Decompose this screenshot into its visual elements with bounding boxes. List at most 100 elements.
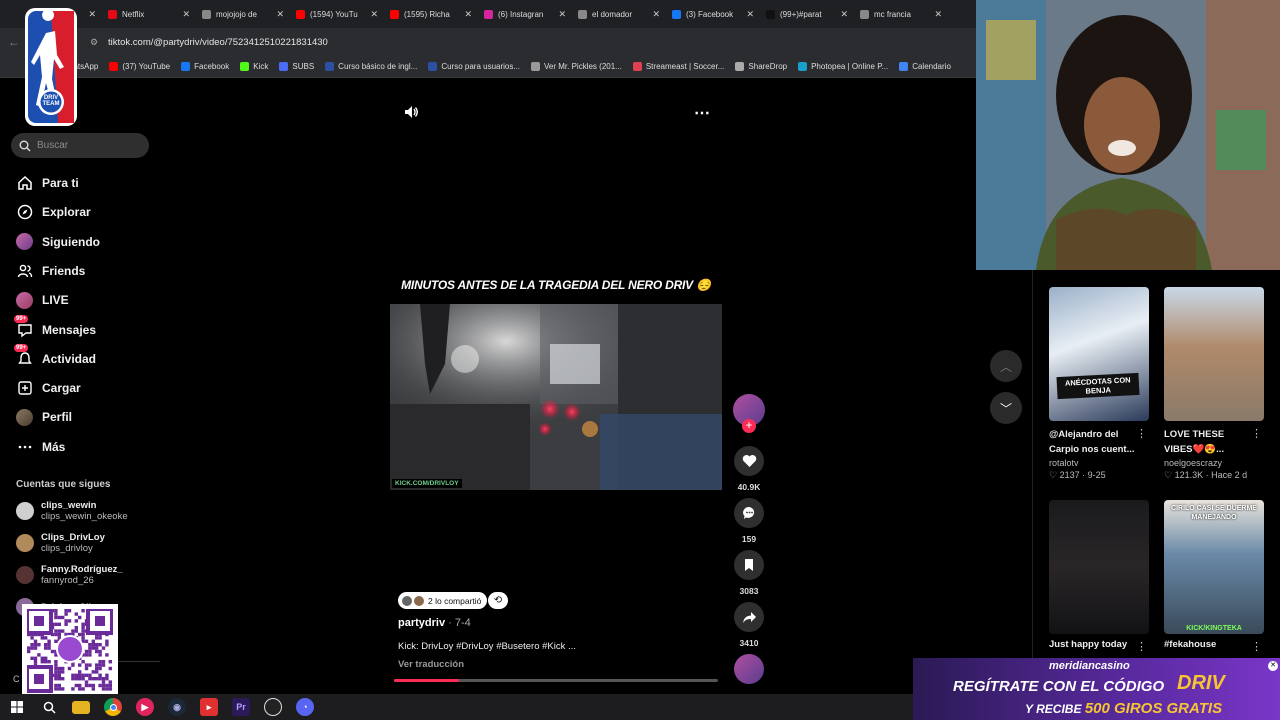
video-caption[interactable]: Kick: DrivLoy #DrivLoy #Busetero #Kick .… xyxy=(398,641,576,652)
sidebar-item-perfil[interactable]: Perfil xyxy=(16,406,72,428)
scroll-down-button[interactable]: ﹀ xyxy=(990,392,1022,424)
video-user[interactable]: rotalotv xyxy=(1049,458,1149,468)
steam-icon[interactable]: ◉ xyxy=(168,698,186,716)
save-button[interactable]: 3083 xyxy=(733,550,765,596)
scroll-up-button[interactable]: ︿ xyxy=(990,350,1022,382)
video-user[interactable]: noelgoescrazy xyxy=(1164,458,1264,468)
sidebar-item-friends[interactable]: Friends xyxy=(16,260,85,282)
author-name[interactable]: partydriv xyxy=(398,617,445,629)
recommended-video-card[interactable]: CIRILO CASI SE DUERME MANEJANDO KICK/KING… xyxy=(1164,500,1264,653)
obs-icon[interactable] xyxy=(264,698,282,716)
follow-plus-icon[interactable]: + xyxy=(742,419,756,433)
video-thumbnail[interactable] xyxy=(1049,500,1149,634)
following-account[interactable]: Fanny.Rodríguez_ fannyrod_26 xyxy=(16,561,123,589)
sidebar-item-para-ti[interactable]: Para ti xyxy=(16,172,79,194)
close-icon[interactable]: ✕ xyxy=(88,9,96,20)
bookmark-item[interactable]: ShareDrop xyxy=(735,62,787,71)
video-progress-bar[interactable] xyxy=(394,679,718,682)
bookmark-item[interactable]: Streameast | Soccer... xyxy=(632,62,724,71)
following-account[interactable]: Clips_DrivLoy clips_drivloy xyxy=(16,529,105,557)
more-options-icon[interactable]: ⋮ xyxy=(1136,427,1147,440)
repost-icon[interactable]: ⟲ xyxy=(488,592,508,609)
discord-icon[interactable]: ◔ xyxy=(296,698,314,716)
site-info-icon[interactable]: ⚙ xyxy=(90,37,100,47)
url-text[interactable]: tiktok.com/@partydriv/video/752341251022… xyxy=(108,37,328,48)
search-box[interactable] xyxy=(11,133,149,158)
sidebar-item-live[interactable]: LIVE xyxy=(16,289,69,311)
recommended-video-card[interactable]: ANÉCDOTAS CON BENJA @Alejandro del Carpio… xyxy=(1049,287,1149,481)
video-player[interactable]: KICK.COM/DRIVLOY xyxy=(390,304,722,490)
windows-start-icon[interactable] xyxy=(8,698,26,716)
sidebar-item-actividad[interactable]: 99+ Actividad xyxy=(14,344,96,370)
share-button[interactable]: 3410 xyxy=(733,602,765,648)
more-options-icon[interactable]: ⋮ xyxy=(1251,427,1262,440)
close-icon[interactable]: ✕ xyxy=(464,9,472,20)
search-icon[interactable] xyxy=(40,698,58,716)
bookmark-item[interactable]: Facebook xyxy=(181,62,229,71)
browser-tab[interactable]: (6) Instagran ✕ xyxy=(478,3,572,25)
bookmark-item[interactable]: Ver Mr. Pickles (201... xyxy=(531,62,622,71)
close-icon[interactable]: ✕ xyxy=(370,9,378,20)
more-options-icon[interactable]: ⋮ xyxy=(1136,640,1147,653)
video-author[interactable]: partydriv · 7-4 xyxy=(398,617,471,629)
more-options-icon[interactable]: ⋮ xyxy=(1251,640,1262,653)
comment-button[interactable]: 159 xyxy=(733,498,765,544)
browser-tab[interactable]: mc francia ✕ xyxy=(854,3,948,25)
account-handle: clips_wewin_okeoke xyxy=(41,511,128,522)
recommended-video-card[interactable]: LOVE THESE VIBES❤️😍... ⋮ noelgoescrazy ♡ 12… xyxy=(1164,287,1264,481)
bookmark-item[interactable]: (37) YouTube xyxy=(109,62,170,71)
search-input[interactable] xyxy=(37,140,137,151)
bookmark-item[interactable]: Curso para usuarios... xyxy=(428,62,520,71)
chrome-icon[interactable] xyxy=(104,698,122,716)
video-thumbnail[interactable] xyxy=(1164,287,1264,421)
close-icon[interactable]: ✕ xyxy=(652,9,660,20)
browser-tab[interactable]: mojojojo de ✕ xyxy=(196,3,290,25)
close-icon[interactable]: ✕ xyxy=(558,9,566,20)
ad-close-icon[interactable]: ✕ xyxy=(1268,661,1278,671)
sidebar-item-m-s[interactable]: Más xyxy=(16,436,65,458)
avatar xyxy=(16,291,33,309)
sidebar-item-mensajes[interactable]: 99+ Mensajes xyxy=(14,315,96,341)
app-icon[interactable]: ▸ xyxy=(200,698,218,716)
bookmark-item[interactable]: Calendario xyxy=(899,62,951,71)
share-icon xyxy=(742,611,756,623)
like-button[interactable]: 40.9K xyxy=(733,446,765,492)
browser-tab[interactable]: (99+)#parat ✕ xyxy=(760,3,854,25)
bookmark-item[interactable]: Curso básico de ingl... xyxy=(325,62,417,71)
creator-avatar-button[interactable]: + xyxy=(733,394,765,433)
video-thumbnail[interactable]: ANÉCDOTAS CON BENJA xyxy=(1049,287,1149,421)
premiere-icon[interactable]: Pr xyxy=(232,698,250,716)
file-explorer-icon[interactable] xyxy=(72,700,90,714)
close-icon[interactable]: ✕ xyxy=(276,9,284,20)
browser-tab[interactable]: Netflix ✕ xyxy=(102,3,196,25)
bookmark-favicon-icon xyxy=(181,62,191,71)
account-handle: clips_drivloy xyxy=(41,543,93,554)
browser-tab[interactable]: (1594) YouTu ✕ xyxy=(290,3,384,25)
sidebar-item-cargar[interactable]: Cargar xyxy=(16,377,81,399)
translate-link[interactable]: Ver traducción xyxy=(398,659,464,670)
shared-chip[interactable]: 2 lo compartió xyxy=(398,592,488,609)
video-thumbnail[interactable]: CIRILO CASI SE DUERME MANEJANDO KICK/KING… xyxy=(1164,500,1264,634)
volume-icon[interactable] xyxy=(403,104,421,122)
tab-favicon-icon xyxy=(202,9,211,19)
music-disc[interactable] xyxy=(733,654,765,684)
bookmark-item[interactable]: Photopea | Online P... xyxy=(798,62,888,71)
sidebar-item-explorar[interactable]: Explorar xyxy=(16,201,91,223)
sidebar-item-siguiendo[interactable]: Siguiendo xyxy=(16,231,100,253)
more-options-icon[interactable]: ⋯ xyxy=(694,103,712,122)
bookmark-item[interactable]: Kick xyxy=(240,62,268,71)
bookmark-favicon-icon xyxy=(632,62,642,71)
bookmark-item[interactable]: SUBS xyxy=(279,62,314,71)
close-icon[interactable]: ✕ xyxy=(182,9,190,20)
media-player-icon[interactable]: ▶ xyxy=(136,698,154,716)
recommended-video-card[interactable]: Just happy today ⋮ xyxy=(1049,500,1149,653)
browser-tab[interactable]: (1595) Richa ✕ xyxy=(384,3,478,25)
following-account[interactable]: clips_wewin clips_wewin_okeoke xyxy=(16,497,128,525)
tab-favicon-icon xyxy=(108,9,117,19)
close-icon[interactable]: ✕ xyxy=(840,9,848,20)
close-icon[interactable]: ✕ xyxy=(746,9,754,20)
close-icon[interactable]: ✕ xyxy=(934,9,942,20)
browser-tab[interactable]: el domador ✕ xyxy=(572,3,666,25)
browser-tab[interactable]: (3) Facebook ✕ xyxy=(666,3,760,25)
heart-icon: ♡ xyxy=(1164,470,1175,480)
